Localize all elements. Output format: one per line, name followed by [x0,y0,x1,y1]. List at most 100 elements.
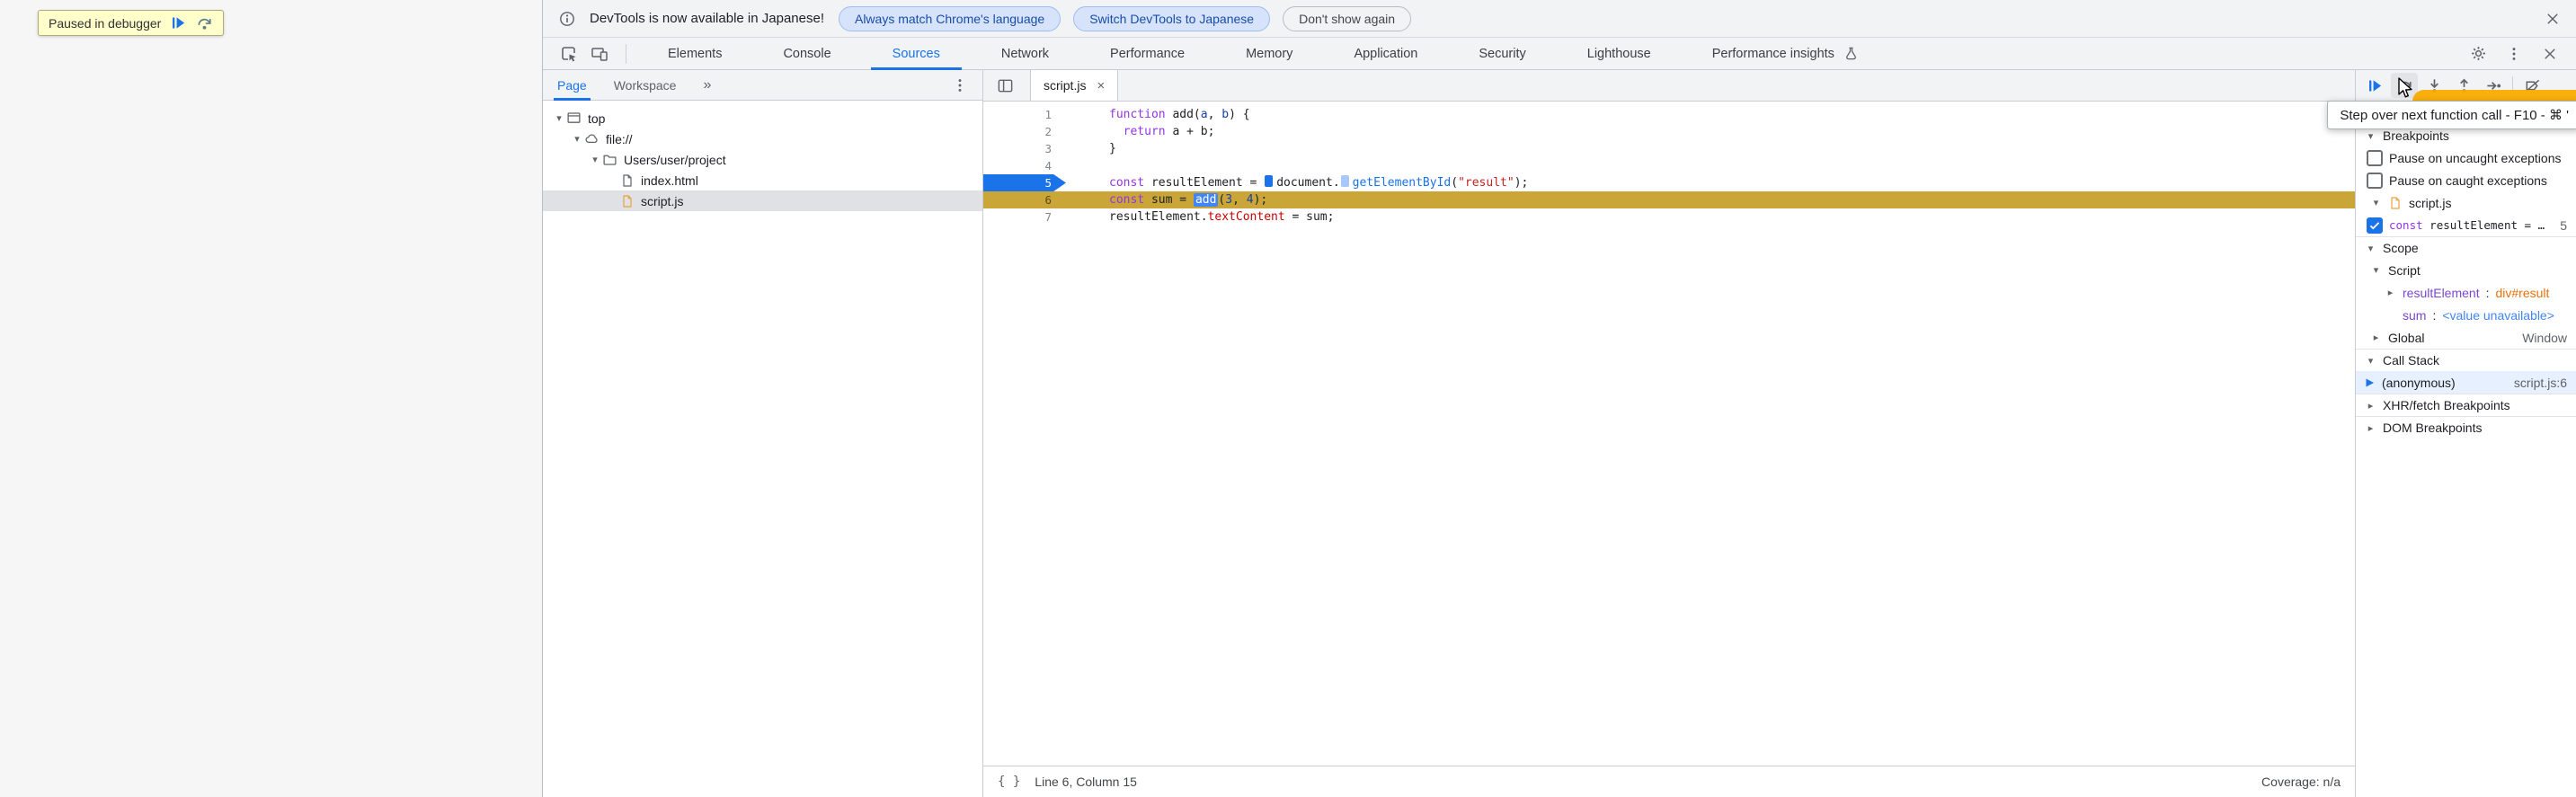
close-icon[interactable] [2545,12,2560,26]
tab-sources[interactable]: Sources [862,38,971,70]
kebab-menu-icon[interactable] [2499,41,2529,66]
line-number[interactable]: 6 [983,191,1066,208]
inline-breakpoint-marker[interactable] [1265,175,1274,187]
line-number[interactable]: 2 [983,123,1066,140]
inspect-icon[interactable] [554,41,584,66]
tree-item-file[interactable]: ▾ file:// [543,128,982,149]
step-over-tooltip: Step over next function call - F10 - ⌘ ' [2327,101,2576,129]
tree-item-label: Users/user/project [624,152,726,167]
twisty-icon[interactable]: ▸ [2385,287,2396,298]
line-number[interactable]: 7 [983,208,1066,226]
info-icon [559,11,575,27]
editor-pane: script.js × 1 function add(a, b) {2 retur… [983,70,2355,797]
token: 3 [1225,193,1233,207]
twisty-icon[interactable]: ▾ [570,133,584,145]
right-value: script.js:6 [2513,375,2567,390]
checkbox[interactable] [2367,217,2383,234]
twisty-icon[interactable]: ▾ [2365,130,2376,142]
tab-label: Security [1479,46,1526,61]
source-tab-label: script.js [1044,78,1087,93]
twisty-icon[interactable]: ▾ [2365,243,2376,254]
twisty-icon[interactable]: ▸ [2365,422,2376,434]
twisty-icon[interactable]: ▾ [2370,264,2382,276]
code-line-6[interactable]: 6 const sum = add (3, 4); [983,191,2355,208]
kebab-menu-icon[interactable] [952,77,968,93]
inline-breakpoint-marker[interactable] [1340,175,1349,187]
token: a + b; [1165,125,1215,138]
checkbox[interactable] [2367,172,2383,189]
code-line-2[interactable]: 2 return a + b; [983,123,2355,140]
source-tab-scriptjs[interactable]: script.js × [1030,70,1119,101]
scope-variable-resultelement[interactable]: ▸ resultElement: div#result [2356,281,2576,304]
tab-label: Elements [668,46,723,61]
beaker-icon [1843,46,1859,61]
line-number[interactable]: 4 [983,157,1066,174]
token: } [1109,142,1116,155]
code-line-5[interactable]: 5 const resultElement = document. getEleme… [983,174,2355,191]
breakpoint-file-group[interactable]: ▾ script.js [2356,191,2576,214]
settings-gear-icon[interactable] [2463,41,2493,66]
twisty-icon[interactable]: ▾ [2365,355,2376,367]
toggle-navigator-icon[interactable] [990,73,1019,98]
tab-console[interactable]: Console [752,38,861,70]
tree-item-users-user-project[interactable]: ▾ Users/user/project [543,149,982,170]
close-icon[interactable] [2535,41,2565,66]
device-toolbar-icon[interactable] [584,41,615,66]
infobar-button-always-match-chrome-s-language[interactable]: Always match Chrome's language [838,5,1061,31]
section-dom-breakpoints[interactable]: ▸ DOM Breakpoints [2356,416,2576,438]
tree-item-script-js[interactable]: script.js [543,190,982,211]
tree-item-index-html[interactable]: index.html [543,170,982,190]
tab-network[interactable]: Network [971,38,1079,70]
breakpoint-option-pause-on-uncaught-exceptions[interactable]: Pause on uncaught exceptions [2356,146,2576,169]
code-editor[interactable]: 1 function add(a, b) {2 return a + b; 3} 4 5… [983,102,2355,766]
twisty-icon[interactable]: ▾ [588,154,602,165]
infobar-button-don-t-show-again[interactable]: Don't show again [1283,5,1412,31]
section-xhr-fetch-breakpoints[interactable]: ▸ XHR/fetch Breakpoints [2356,394,2576,416]
mouse-cursor [2396,77,2416,105]
call-stack-frame[interactable]: (anonymous) script.js:6 [2356,371,2576,394]
curly-braces-icon[interactable] [998,775,1020,789]
twisty-icon[interactable]: ▾ [552,112,566,124]
tree-item-label: script.js [641,193,684,208]
line-number[interactable]: 1 [983,106,1066,123]
code-text: return a + b; [1066,123,2355,140]
resume-icon[interactable] [2361,73,2388,98]
code-text: } [1066,140,2355,157]
tab-lighthouse[interactable]: Lighthouse [1557,38,1682,70]
navigator-tab-workspace[interactable]: Workspace [614,70,677,101]
scope-group-script[interactable]: ▾ Script [2356,259,2576,281]
breakpoint-entry[interactable]: const resultElement = doc… 5 [2356,214,2576,236]
tab-elements[interactable]: Elements [637,38,752,70]
tab-performance-insights[interactable]: Performance insights [1682,38,1889,70]
tab-memory[interactable]: Memory [1215,38,1323,70]
navigator-tab-page[interactable]: Page [554,70,591,101]
code-line-3[interactable]: 3} [983,140,2355,157]
tab-performance[interactable]: Performance [1079,38,1215,70]
token: ); [1253,193,1268,207]
token: "result" [1458,176,1515,190]
token: b [1221,108,1230,121]
code-line-4[interactable]: 4 [983,157,2355,174]
checkbox[interactable] [2367,149,2383,166]
tree-item-top[interactable]: ▾ top [543,108,982,128]
tab-overflow-chevron[interactable]: » [703,77,711,93]
twisty-icon[interactable]: ▸ [2365,400,2376,412]
tab-application[interactable]: Application [1323,38,1448,70]
infobar-button-switch-devtools-to-japanese[interactable]: Switch DevTools to Japanese [1073,5,1271,31]
close-tab-icon[interactable]: × [1097,78,1105,93]
panel-tabs: Elements Console Sources Network Performance… [637,38,1889,70]
section-scope[interactable]: ▾ Scope [2356,236,2576,259]
code-line-1[interactable]: 1 function add(a, b) { [983,106,2355,123]
tab-security[interactable]: Security [1448,38,1556,70]
breakpoint-option-pause-on-caught-exceptions[interactable]: Pause on caught exceptions [2356,169,2576,191]
twisty-icon[interactable]: ▾ [2370,197,2382,208]
breakpoint-badge[interactable]: 5 [983,174,1066,191]
step-over-icon[interactable] [196,14,213,31]
line-number[interactable]: 3 [983,140,1066,157]
code-line-7[interactable]: 7 resultElement.textContent = sum; [983,208,2355,226]
scope-group-global[interactable]: ▸ Global Window [2356,326,2576,349]
twisty-icon[interactable]: ▸ [2370,332,2382,343]
section-call-stack[interactable]: ▾ Call Stack [2356,349,2576,371]
resume-script-icon[interactable] [170,14,187,31]
